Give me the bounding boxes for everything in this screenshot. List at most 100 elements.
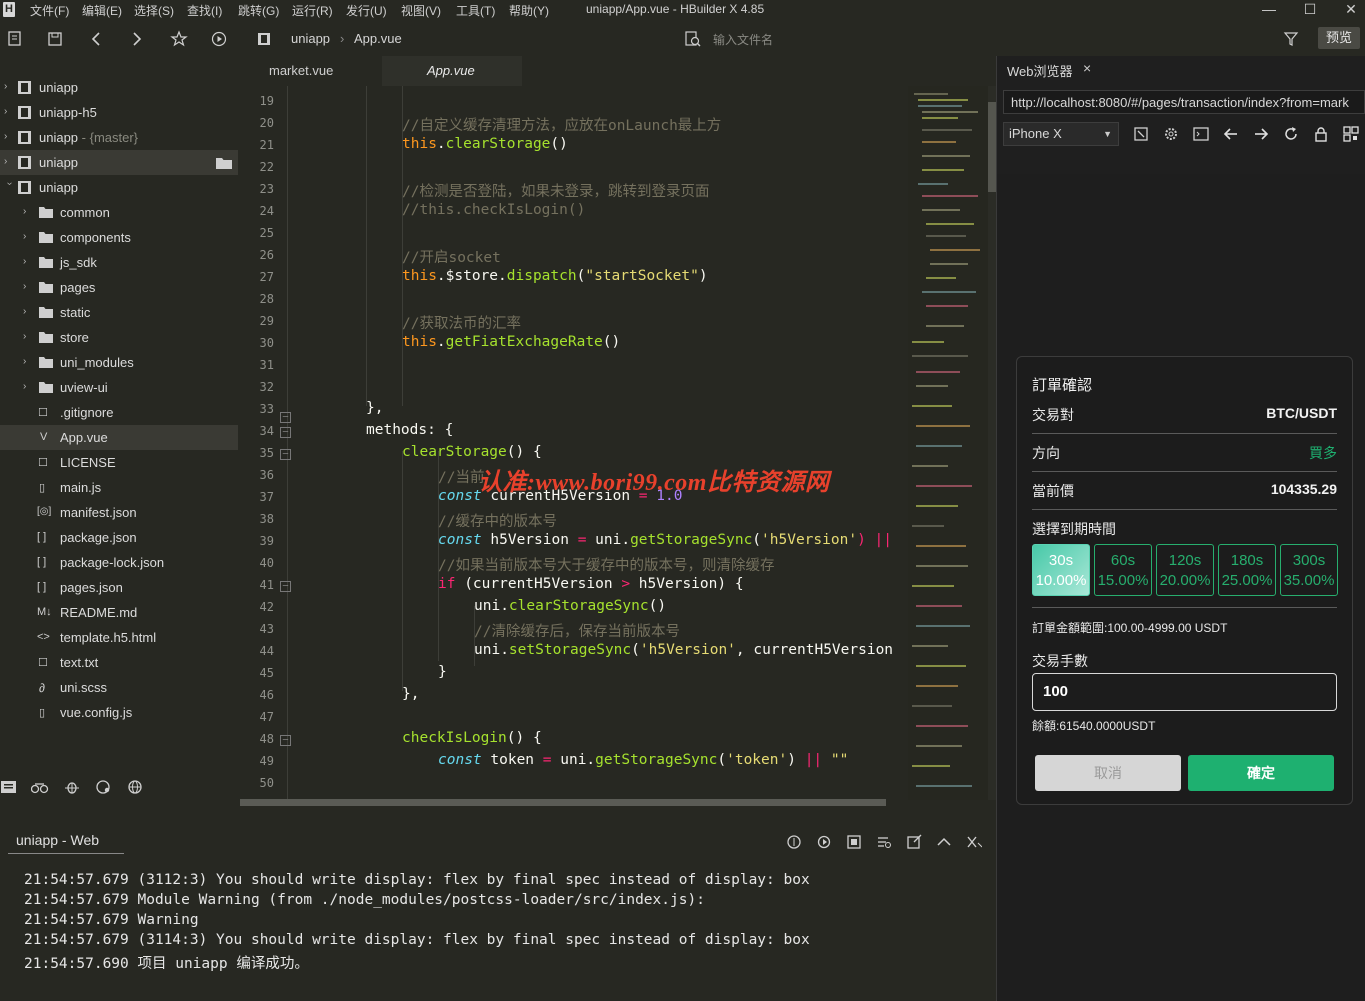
chevron-right-icon[interactable]: › <box>4 81 14 93</box>
save-icon[interactable] <box>46 30 64 48</box>
lock-icon[interactable] <box>1313 126 1329 142</box>
refresh-icon[interactable] <box>1283 126 1299 142</box>
fold-marker-icon[interactable]: – <box>280 735 291 746</box>
tree-folder[interactable]: › uview-ui <box>0 375 238 400</box>
back-icon[interactable] <box>88 30 106 48</box>
breadcrumb-project[interactable]: uniapp <box>291 31 330 46</box>
star-icon[interactable] <box>170 30 188 48</box>
tree-file[interactable]: [ ] pages.json <box>0 575 238 600</box>
explorer-icon[interactable] <box>0 779 18 795</box>
tree-folder[interactable]: › components <box>0 225 238 250</box>
preview-button[interactable]: 预览 <box>1318 27 1360 49</box>
menu-file[interactable]: 文件(F) <box>30 2 69 19</box>
editor-vertical-scrollbar[interactable] <box>988 86 996 800</box>
forward-icon[interactable] <box>128 30 146 48</box>
tree-file[interactable]: [ ] package-lock.json <box>0 550 238 575</box>
new-file-icon[interactable] <box>6 30 24 48</box>
tree-file[interactable]: <> template.h5.html <box>0 625 238 650</box>
plugin-icon[interactable] <box>31 779 49 795</box>
menu-find[interactable]: 查找(I) <box>187 2 222 19</box>
rotate-screen-icon[interactable] <box>1133 126 1149 142</box>
chevron-right-icon[interactable]: › <box>23 256 33 268</box>
settings-gear-icon[interactable] <box>1163 126 1179 142</box>
tab-app-vue[interactable]: App.vue <box>382 56 522 86</box>
devtools-icon[interactable] <box>1193 126 1209 142</box>
period-option-300s[interactable]: 300s 35.00% <box>1280 544 1338 596</box>
breadcrumb-file[interactable]: App.vue <box>354 31 402 46</box>
menu-tools[interactable]: 工具(T) <box>456 2 495 19</box>
tree-file[interactable]: ☐ .gitignore <box>0 400 238 425</box>
menu-help[interactable]: 帮助(Y) <box>509 2 549 19</box>
device-select[interactable]: iPhone X ▼ <box>1003 122 1119 146</box>
open-external-icon[interactable] <box>906 834 922 850</box>
tab-market-vue[interactable]: market.vue <box>240 56 380 86</box>
tree-file-active[interactable]: V App.vue <box>0 425 238 450</box>
amount-input[interactable]: 100 <box>1032 673 1337 711</box>
console-tab[interactable]: uniapp - Web <box>16 832 99 848</box>
tree-folder[interactable]: › store <box>0 325 238 350</box>
editor-horizontal-scrollbar[interactable] <box>240 799 886 806</box>
tree-project-uniapp-h5[interactable]: › uniapp-h5 <box>0 100 238 125</box>
fold-marker-icon[interactable]: – <box>280 427 291 438</box>
filter-icon[interactable] <box>1282 30 1300 48</box>
code-editor[interactable]: 19 20 21 22 23 24 25 26 27 28 29 30 31 3… <box>240 86 908 800</box>
url-input[interactable]: http://localhost:8080/#/pages/transactio… <box>1003 90 1365 114</box>
restart-icon[interactable] <box>816 834 832 850</box>
close-button[interactable]: ✕ <box>1336 0 1365 18</box>
cancel-button[interactable]: 取消 <box>1035 755 1181 791</box>
fold-marker-icon[interactable]: – <box>280 412 291 423</box>
menu-goto[interactable]: 跳转(G) <box>238 2 279 19</box>
chevron-right-icon[interactable]: › <box>23 356 33 368</box>
menu-select[interactable]: 选择(S) <box>134 2 174 19</box>
chevron-up-icon[interactable] <box>936 834 952 850</box>
tree-file[interactable]: ☐ text.txt <box>0 650 238 675</box>
stop-square-icon[interactable] <box>846 834 862 850</box>
chevron-right-icon[interactable]: › <box>4 131 14 143</box>
tree-project-uniapp-master[interactable]: › uniapp - {master} <box>0 125 238 150</box>
tree-file[interactable]: ☐ LICENSE <box>0 450 238 475</box>
chevron-right-icon[interactable]: › <box>4 156 14 168</box>
browser-globe-icon[interactable] <box>127 779 145 795</box>
tree-file[interactable]: [◎] manifest.json <box>0 500 238 525</box>
tree-file[interactable]: [ ] package.json <box>0 525 238 550</box>
stop-icon[interactable] <box>786 834 802 850</box>
minimize-button[interactable]: — <box>1254 0 1284 18</box>
tree-folder[interactable]: › static <box>0 300 238 325</box>
menu-publish[interactable]: 发行(U) <box>346 2 387 19</box>
chevron-down-icon[interactable]: › <box>3 182 15 192</box>
tree-project-uniapp-selected[interactable]: › uniapp <box>0 150 238 175</box>
chevron-right-icon[interactable]: › <box>4 106 14 118</box>
menu-edit[interactable]: 编辑(E) <box>82 2 122 19</box>
chevron-right-icon[interactable]: › <box>23 381 33 393</box>
back-arrow-icon[interactable] <box>1223 126 1239 142</box>
tree-folder[interactable]: › js_sdk <box>0 250 238 275</box>
menu-run[interactable]: 运行(R) <box>292 2 333 19</box>
chevron-right-icon[interactable]: › <box>23 206 33 218</box>
tree-project-uniapp-open[interactable]: › uniapp <box>0 175 238 200</box>
debug-icon[interactable] <box>63 779 81 795</box>
minimap[interactable] <box>908 86 988 800</box>
tree-folder[interactable]: › uni_modules <box>0 350 238 375</box>
period-option-180s[interactable]: 180s 25.00% <box>1218 544 1276 596</box>
run-icon[interactable] <box>210 30 228 48</box>
fold-marker-icon[interactable]: – <box>280 449 291 460</box>
tree-file[interactable]: ▯ vue.config.js <box>0 700 238 725</box>
chevron-right-icon[interactable]: › <box>23 281 33 293</box>
qrcode-icon[interactable] <box>1343 126 1359 142</box>
file-search-input[interactable]: 输入文件名 <box>713 31 773 48</box>
tree-folder[interactable]: › common <box>0 200 238 225</box>
tree-file[interactable]: M↓ README.md <box>0 600 238 625</box>
fold-marker-icon[interactable]: – <box>280 581 291 592</box>
menu-view[interactable]: 视图(V) <box>401 2 441 19</box>
tree-file[interactable]: ∂ uni.scss <box>0 675 238 700</box>
period-option-30s[interactable]: 30s 10.00% <box>1032 544 1090 596</box>
tree-folder[interactable]: › pages <box>0 275 238 300</box>
maximize-button[interactable]: ☐ <box>1295 0 1325 18</box>
tree-file[interactable]: ▯ main.js <box>0 475 238 500</box>
chevron-right-icon[interactable]: › <box>23 331 33 343</box>
scroll-thumb[interactable] <box>988 102 996 192</box>
forward-arrow-icon[interactable] <box>1253 126 1269 142</box>
chevron-right-icon[interactable]: › <box>23 306 33 318</box>
clear-console-icon[interactable] <box>966 834 982 850</box>
source-control-icon[interactable] <box>95 779 113 795</box>
